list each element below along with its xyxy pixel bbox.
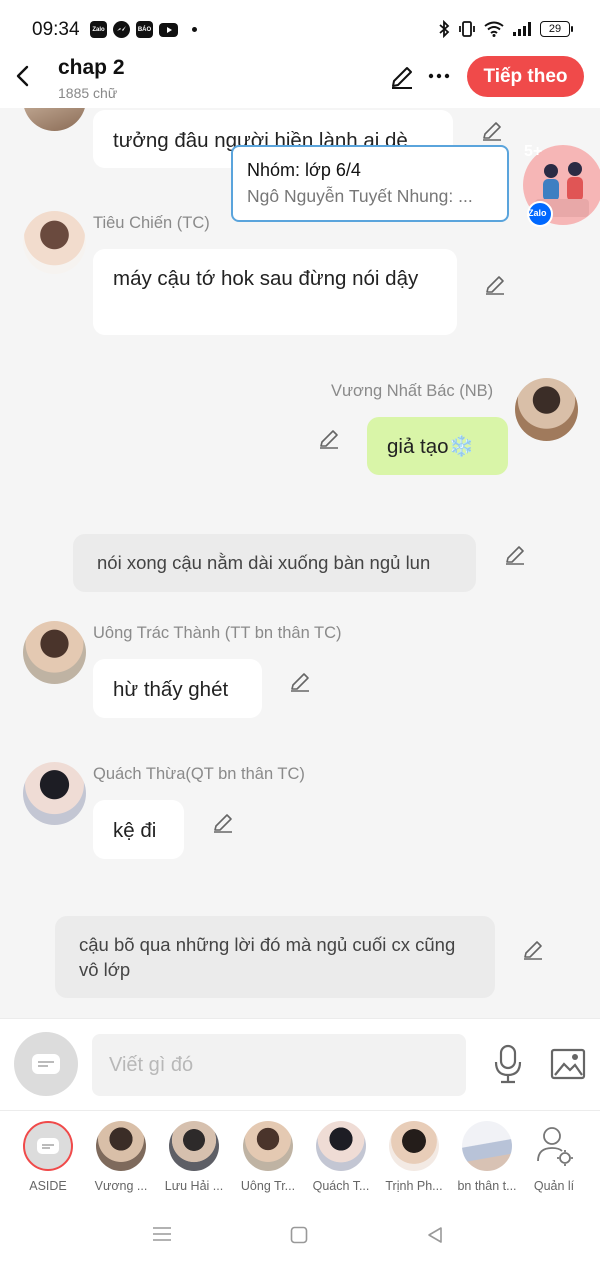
edit-message-icon[interactable] (504, 544, 526, 566)
edit-pencil-icon[interactable] (389, 64, 415, 90)
character-item[interactable]: Trịnh Ph... (378, 1121, 450, 1193)
character-label: Uông Tr... (240, 1179, 296, 1193)
word-count: 1885 chữ (58, 85, 118, 101)
avatar (389, 1121, 439, 1171)
character-label: Quách T... (312, 1179, 370, 1193)
edit-message-icon[interactable] (481, 120, 503, 142)
edit-message-icon[interactable] (289, 671, 311, 693)
youtube-icon (159, 22, 178, 37)
zalo-icon: Zalo (90, 21, 107, 38)
message-bubble-mine[interactable]: giả tạo❄️ (367, 417, 508, 475)
status-app-icons: Zalo BÁO (90, 21, 197, 38)
character-bar: ASIDE Vương ... Lưu Hải ... Uông Tr... Q… (0, 1110, 600, 1200)
input-bar (0, 1018, 600, 1110)
narration-bubble[interactable]: cậu bõ qua những lời đó mà ngủ cuối cx c… (55, 916, 495, 998)
page-title: chap 2 (58, 56, 125, 79)
vibrate-icon (459, 21, 475, 37)
character-label: Quản lí (533, 1179, 575, 1193)
aside-toggle-button[interactable] (14, 1032, 78, 1096)
edit-message-icon[interactable] (484, 274, 506, 296)
avatar (316, 1121, 366, 1171)
bao-moi-icon: BÁO (136, 21, 153, 38)
edit-message-icon[interactable] (522, 939, 544, 961)
character-item[interactable]: Lưu Hải ... (158, 1121, 230, 1193)
bluetooth-icon (439, 20, 450, 38)
chapter-header: chap 2 1885 chữ Tiếp theo (0, 50, 600, 108)
avatar[interactable] (515, 378, 578, 441)
wifi-icon (484, 21, 504, 37)
message-icon (32, 1054, 60, 1074)
menu-icon[interactable] (152, 1226, 172, 1242)
edit-message-icon[interactable] (212, 812, 234, 834)
signal-icon (513, 22, 531, 36)
avatar[interactable] (23, 621, 86, 684)
user-settings-icon (537, 1127, 573, 1166)
message-icon (37, 1138, 59, 1154)
sender-name: Vương Nhất Bác (NB) (331, 382, 494, 400)
messenger-icon (113, 21, 130, 38)
sender-name: Quách Thừa(QT bn thân TC) (93, 765, 305, 783)
system-navigation-bar (0, 1200, 600, 1267)
character-label: Trịnh Ph... (385, 1179, 443, 1193)
zalo-chat-head[interactable]: 5+ Zalo (521, 141, 600, 229)
avatar[interactable] (23, 211, 86, 274)
battery-icon: 29 (540, 21, 573, 37)
sender-name: Uông Trác Thành (TT bn thân TC) (93, 624, 342, 642)
edit-message-icon[interactable] (318, 428, 340, 450)
notification-popup[interactable]: Nhóm: lớp 6/4 Ngô Nguyễn Tuyết Nhung: ..… (231, 145, 509, 222)
character-label: Lưu Hải ... (164, 1179, 224, 1193)
avatar (169, 1121, 219, 1171)
character-item[interactable]: Uông Tr... (232, 1121, 304, 1193)
back-arrow-icon[interactable] (12, 62, 36, 90)
notification-title: Nhóm: lớp 6/4 (247, 160, 361, 180)
avatar[interactable] (23, 762, 86, 825)
more-options-icon[interactable] (428, 72, 450, 80)
message-bubble[interactable]: hừ thấy ghét (93, 659, 262, 718)
character-item[interactable]: Quách T... (305, 1121, 377, 1193)
avatar[interactable] (23, 108, 86, 131)
back-triangle-icon[interactable] (426, 1226, 444, 1244)
narration-bubble[interactable]: nói xong cậu nằm dài xuống bàn ngủ lun (73, 534, 476, 592)
notification-badge: 5+ (524, 143, 543, 160)
home-icon[interactable] (290, 1226, 308, 1244)
character-manager[interactable]: Quản lí (518, 1121, 590, 1193)
chat-area[interactable]: tưởng đâu người hiền lành ai dè Tiêu Chi… (0, 108, 600, 1018)
status-system-icons: 29 (438, 20, 573, 38)
character-label: ASIDE (29, 1179, 67, 1193)
zalo-label: Zalo (528, 208, 547, 218)
message-input[interactable] (92, 1034, 466, 1096)
status-bar: 09:34 Zalo BÁO 29 (0, 0, 600, 56)
image-icon[interactable] (550, 1048, 586, 1080)
microphone-icon[interactable] (493, 1044, 523, 1084)
message-bubble[interactable]: kệ đi (93, 800, 184, 859)
avatar (96, 1121, 146, 1171)
character-item[interactable]: bn thân t... (451, 1121, 523, 1193)
sender-name: Tiêu Chiến (TC) (93, 214, 210, 232)
notification-dot-icon (192, 27, 197, 32)
message-bubble[interactable]: máy cậu tớ hok sau đừng nói dậy (93, 249, 457, 335)
next-chapter-button[interactable]: Tiếp theo (467, 56, 584, 97)
avatar (462, 1121, 512, 1171)
aside-avatar (23, 1121, 73, 1171)
character-label: Vương ... (94, 1179, 148, 1193)
character-item[interactable]: Vương ... (85, 1121, 157, 1193)
avatar (243, 1121, 293, 1171)
notification-body: Ngô Nguyễn Tuyết Nhung: ... (247, 186, 473, 206)
character-label: bn thân t... (457, 1179, 517, 1193)
status-time: 09:34 (32, 19, 80, 40)
character-aside[interactable]: ASIDE (12, 1121, 84, 1193)
